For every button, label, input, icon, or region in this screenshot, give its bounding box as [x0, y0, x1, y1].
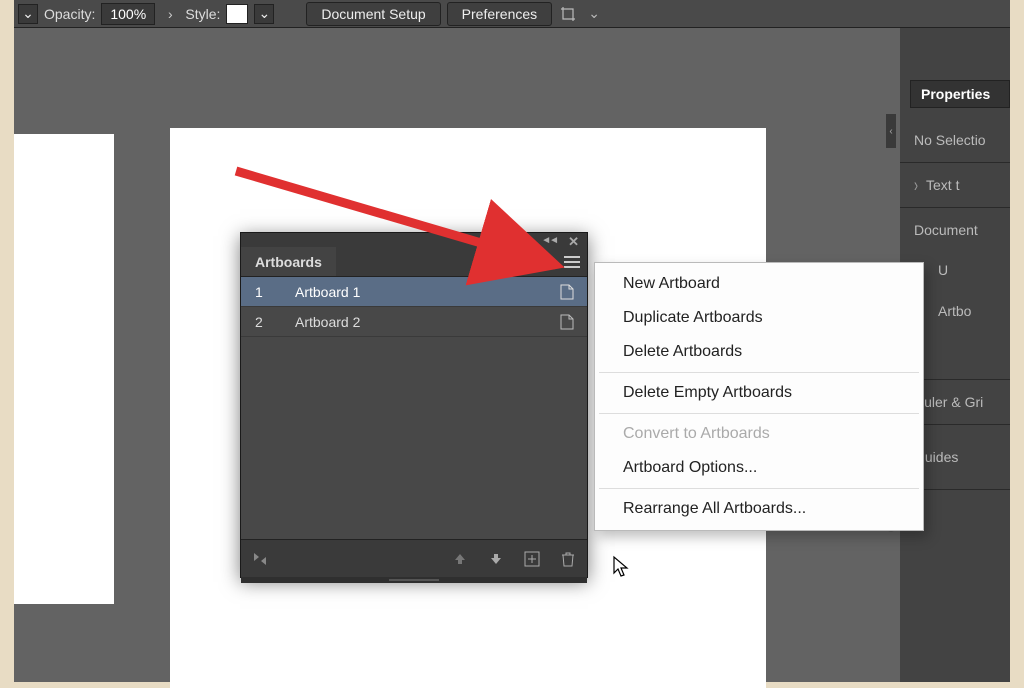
new-artboard-icon[interactable] [523, 550, 541, 568]
delete-icon[interactable] [559, 550, 577, 568]
preferences-button[interactable]: Preferences [447, 2, 552, 26]
panel-titlebar[interactable]: ◄◄ ✕ [241, 233, 587, 247]
chevron-down-icon: ⌄ [22, 5, 34, 22]
artboard-row[interactable]: 2 Artboard 2 [241, 307, 587, 337]
selection-dropdown[interactable]: ⌄ [18, 4, 38, 24]
artboard-name: Artboard 1 [289, 284, 547, 300]
crop-icon[interactable] [558, 4, 578, 24]
artboard-options-icon[interactable] [547, 314, 587, 330]
artboard-options-icon[interactable] [547, 284, 587, 300]
menu-separator [599, 372, 919, 373]
artboards-panel: ◄◄ ✕ Artboards 1 Artboard 1 2 Artboard 2 [240, 232, 588, 578]
move-up-icon[interactable] [451, 550, 469, 568]
artboard-row[interactable]: 1 Artboard 1 [241, 277, 587, 307]
panel-collapse-icon[interactable]: ◄◄ [541, 235, 557, 246]
menu-item[interactable]: Delete Empty Artboards [595, 376, 923, 410]
panel-menu-button[interactable] [557, 247, 587, 276]
menu-item[interactable]: Duplicate Artboards [595, 301, 923, 335]
text-label: Text t [926, 177, 959, 193]
panel-footer [241, 539, 587, 577]
text-section[interactable]: › Text t [900, 163, 1010, 208]
chevron-down-icon: ⌄ [259, 5, 271, 22]
close-icon[interactable]: ✕ [568, 234, 579, 250]
menu-item: Convert to Artboards [595, 417, 923, 451]
menu-item[interactable]: Delete Artboards [595, 335, 923, 369]
options-chevron-icon[interactable]: ⌄ [584, 4, 604, 24]
properties-tab[interactable]: Properties [910, 80, 1010, 108]
menu-item[interactable]: Rearrange All Artboards... [595, 492, 923, 526]
no-selection-label: No Selectio [900, 118, 1010, 163]
artboards-tab[interactable]: Artboards [241, 247, 336, 276]
options-bar: ⌄ Opacity: 100% › Style: ⌄ Document Setu… [14, 0, 1010, 28]
style-label: Style: [185, 6, 220, 22]
menu-separator [599, 488, 919, 489]
hamburger-icon [564, 256, 580, 268]
page-edge [14, 134, 114, 604]
style-dropdown[interactable]: ⌄ [254, 4, 274, 24]
menu-separator [599, 413, 919, 414]
panel-collapse-handle[interactable]: ‹ [886, 114, 896, 148]
opacity-label: Opacity: [44, 6, 95, 22]
artboards-list: 1 Artboard 1 2 Artboard 2 [241, 277, 587, 539]
rearrange-icon[interactable] [251, 550, 269, 568]
style-swatch[interactable] [226, 4, 248, 24]
document-section-label: Document [900, 208, 1010, 252]
document-setup-button[interactable]: Document Setup [306, 2, 440, 26]
artboard-number: 1 [241, 284, 289, 300]
chevron-right-icon: › [914, 174, 918, 196]
artboard-number: 2 [241, 314, 289, 330]
opacity-value[interactable]: 100% [101, 3, 155, 25]
menu-item[interactable]: New Artboard [595, 267, 923, 301]
opacity-chevron-icon[interactable]: › [161, 6, 179, 22]
resize-grip[interactable] [241, 577, 587, 583]
panel-context-menu: New ArtboardDuplicate ArtboardsDelete Ar… [594, 262, 924, 531]
move-down-icon[interactable] [487, 550, 505, 568]
artboard-name: Artboard 2 [289, 314, 547, 330]
menu-item[interactable]: Artboard Options... [595, 451, 923, 485]
